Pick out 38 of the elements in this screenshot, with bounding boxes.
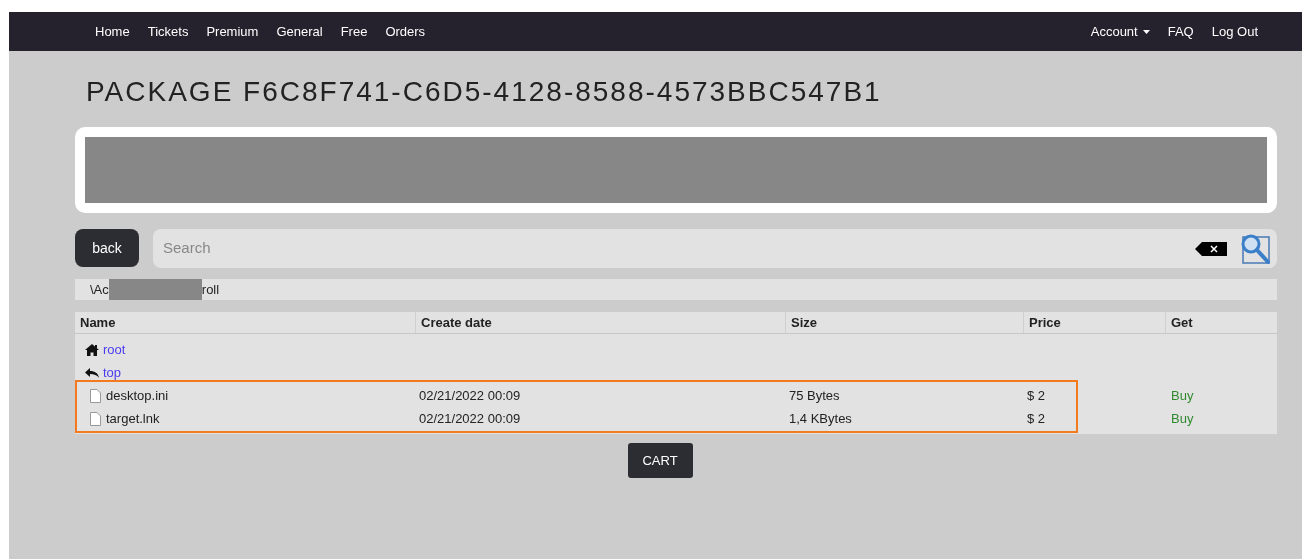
reply-arrow-icon <box>84 366 100 379</box>
table-cell-text: 02/21/2022 00:09 <box>418 386 522 405</box>
table-cell-text: $ 2 <box>1026 386 1047 405</box>
page-title: PACKAGE F6C8F741-C6D5-4128-8588-4573BBC547B1 <box>86 75 883 109</box>
folder-link[interactable]: root <box>103 339 126 360</box>
caret-icon <box>1142 29 1150 34</box>
search-icon[interactable] <box>1239 232 1271 265</box>
nav-link[interactable]: Orders <box>385 21 426 42</box>
table-cell-text: $ 2 <box>1026 409 1047 428</box>
table-cell-text: 75 Bytes <box>788 386 841 405</box>
path-text: roll <box>201 280 220 299</box>
column-header: Size <box>785 312 1023 333</box>
search-field[interactable]: Search <box>163 237 1195 260</box>
column-header: Get <box>1165 312 1277 333</box>
nav-link[interactable]: Premium <box>206 21 259 42</box>
path-text: \Ac <box>90 280 109 299</box>
file-icon <box>90 411 101 426</box>
nav-link[interactable]: Home <box>95 21 130 42</box>
clear-icon[interactable] <box>1195 240 1227 257</box>
column-header: Create date <box>415 312 785 333</box>
nav-link[interactable]: Free <box>340 21 368 42</box>
account-menu[interactable]: Account <box>1090 21 1150 42</box>
table-cell-text: 02/21/2022 00:09 <box>418 409 522 428</box>
folder-link[interactable]: top <box>103 362 122 383</box>
cart-button[interactable]: CART <box>627 443 693 478</box>
column-header: Name <box>79 313 117 332</box>
file-icon <box>90 388 101 403</box>
nav-link[interactable]: Tickets <box>147 21 189 42</box>
home-icon <box>84 342 100 357</box>
table-cell-text: 1,4 KBytes <box>788 409 853 428</box>
search-bar[interactable]: Search <box>153 229 1277 268</box>
nav-link[interactable]: General <box>276 21 323 42</box>
file-name: target.lnk <box>106 409 160 428</box>
nav-link[interactable]: Log Out <box>1211 21 1258 42</box>
column-header: Price <box>1023 312 1165 333</box>
file-name: desktop.ini <box>106 386 169 405</box>
back-button[interactable]: back <box>75 229 139 267</box>
nav-link[interactable]: FAQ <box>1167 21 1194 42</box>
